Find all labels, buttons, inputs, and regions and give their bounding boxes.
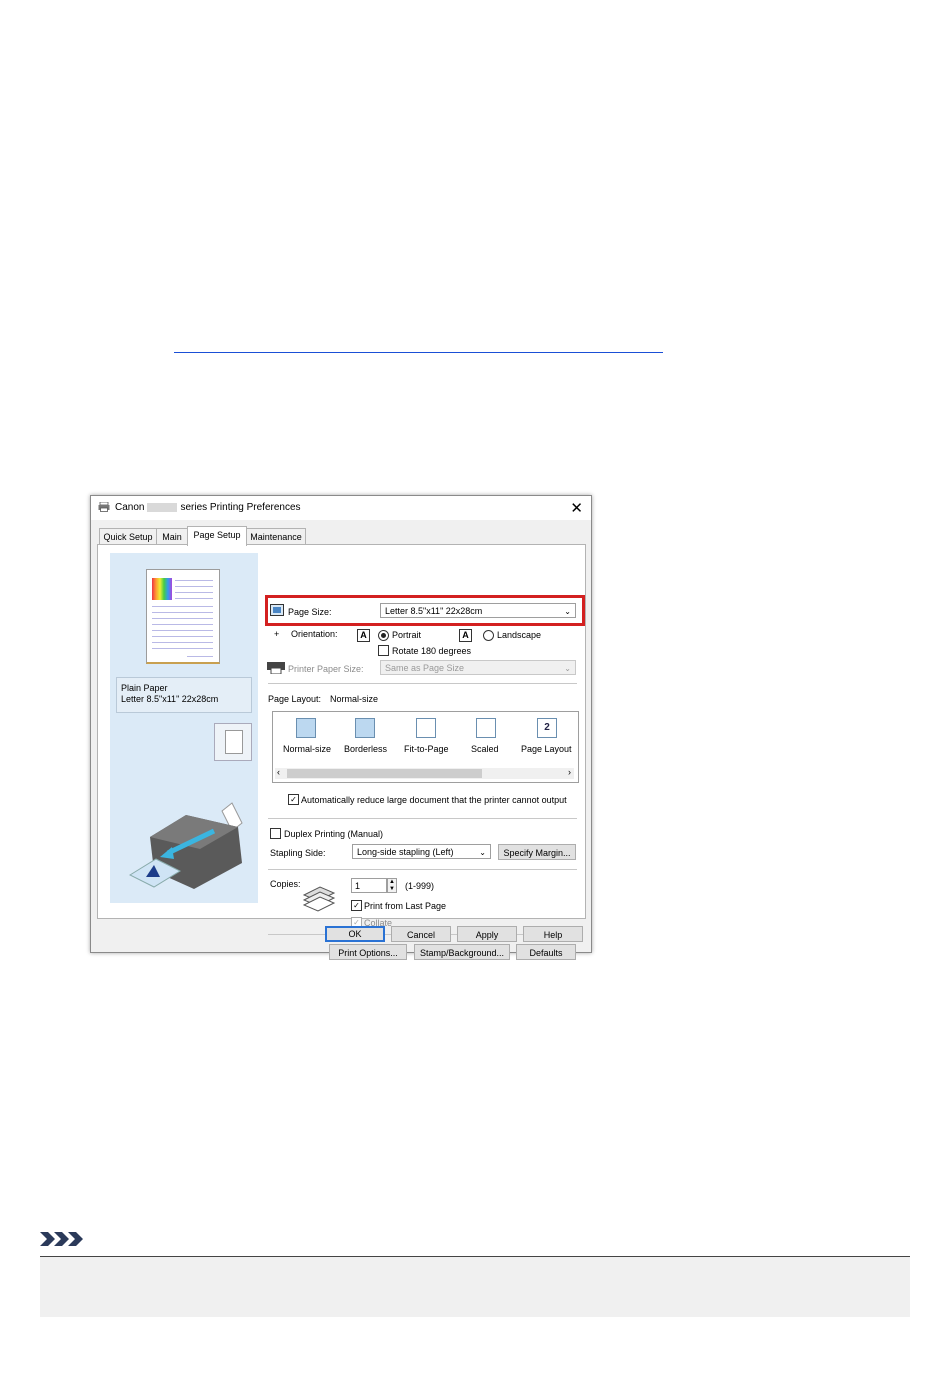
stamp-background-button[interactable]: Stamp/Background... bbox=[414, 944, 510, 960]
printing-preferences-dialog: Canon series Printing Preferences ✕ Quick… bbox=[90, 495, 592, 960]
scaled-icon[interactable] bbox=[476, 718, 496, 738]
duplex-label[interactable]: Duplex Printing (Manual) bbox=[284, 829, 383, 839]
cancel-button[interactable]: Cancel bbox=[391, 926, 451, 942]
print-options-button[interactable]: Print Options... bbox=[329, 944, 407, 960]
printer-illustration-icon bbox=[128, 802, 243, 889]
normal-size-icon[interactable] bbox=[296, 718, 316, 738]
layout-fit-to-page[interactable]: Fit-to-Page bbox=[404, 744, 449, 754]
paper-orientation-icon bbox=[214, 723, 252, 761]
chevron-down-icon: ⌄ bbox=[479, 848, 486, 857]
divider bbox=[268, 869, 577, 870]
help-button[interactable]: Help bbox=[523, 926, 583, 942]
printer-icon bbox=[98, 502, 110, 512]
auto-reduce-label[interactable]: Automatically reduce large document that… bbox=[301, 795, 567, 805]
duplex-checkbox[interactable] bbox=[270, 828, 281, 839]
scroll-left-icon[interactable]: ‹ bbox=[277, 767, 280, 777]
specify-margin-button[interactable]: Specify Margin... bbox=[498, 844, 576, 860]
layout-borderless[interactable]: Borderless bbox=[344, 744, 387, 754]
layout-normal-size[interactable]: Normal-size bbox=[283, 744, 331, 754]
printer-paper-size-select[interactable]: Same as Page Size ⌄ bbox=[380, 660, 576, 675]
print-from-last-label[interactable]: Print from Last Page bbox=[364, 901, 446, 911]
link-underline[interactable] bbox=[174, 352, 663, 353]
page-layout-label: Page Layout: bbox=[268, 694, 322, 704]
note-chevrons-icon bbox=[40, 1232, 83, 1246]
page-layout-icon[interactable]: 2 bbox=[537, 718, 557, 738]
portrait-label[interactable]: Portrait bbox=[392, 630, 421, 640]
page-layout-value: Normal-size bbox=[330, 694, 379, 704]
orientation-bullet: + bbox=[274, 629, 280, 639]
layout-scaled[interactable]: Scaled bbox=[471, 744, 499, 754]
printer-paper-size-value: Same as Page Size bbox=[385, 663, 465, 673]
borderless-icon[interactable] bbox=[355, 718, 375, 738]
fit-to-page-icon[interactable] bbox=[416, 718, 436, 738]
preview-image bbox=[152, 578, 172, 600]
printer-paper-size-label: Printer Paper Size: bbox=[288, 664, 364, 674]
ok-button[interactable]: OK bbox=[325, 926, 385, 942]
auto-reduce-checkbox[interactable]: ✓ bbox=[288, 794, 299, 805]
preview-pane: Plain Paper Letter 8.5"x11" 22x28cm bbox=[110, 553, 258, 903]
print-from-last-checkbox[interactable]: ✓ bbox=[351, 900, 362, 911]
stapling-side-label: Stapling Side: bbox=[270, 848, 326, 858]
copies-spinner-icon[interactable]: ▲ ▼ bbox=[387, 878, 397, 893]
defaults-button[interactable]: Defaults bbox=[516, 944, 576, 960]
close-icon[interactable]: ✕ bbox=[570, 499, 583, 517]
layout-scrollbar[interactable]: ‹ › bbox=[275, 767, 574, 779]
dialog-title: Canon series Printing Preferences bbox=[115, 502, 301, 513]
copies-input[interactable]: 1 bbox=[351, 878, 387, 893]
orientation-label: Orientation: bbox=[291, 629, 338, 639]
media-type: Plain Paper bbox=[121, 683, 168, 693]
stapling-side-select[interactable]: Long-side stapling (Left) ⌄ bbox=[352, 844, 491, 859]
tab-quick-setup[interactable]: Quick Setup bbox=[99, 528, 157, 545]
tab-maintenance[interactable]: Maintenance bbox=[246, 528, 306, 545]
copies-stack-icon bbox=[302, 886, 336, 912]
portrait-radio[interactable] bbox=[378, 630, 389, 641]
divider bbox=[268, 818, 577, 819]
note-box bbox=[40, 1257, 910, 1317]
stapling-side-value: Long-side stapling (Left) bbox=[357, 847, 454, 857]
media-size: Letter 8.5"x11" 22x28cm bbox=[121, 694, 219, 704]
landscape-label[interactable]: Landscape bbox=[497, 630, 541, 640]
chevron-down-icon: ⌄ bbox=[564, 664, 571, 673]
copies-range: (1-999) bbox=[405, 881, 435, 891]
layout-page-layout[interactable]: Page Layout bbox=[521, 744, 572, 754]
portrait-icon: A bbox=[357, 629, 370, 642]
tab-page-setup[interactable]: Page Setup bbox=[187, 526, 247, 546]
copies-label: Copies: bbox=[270, 879, 301, 889]
page-layout-list[interactable]: Normal-size Borderless Fit-to-Page Scale… bbox=[272, 711, 579, 783]
printer-paper-icon bbox=[267, 662, 285, 674]
tab-main[interactable]: Main bbox=[156, 528, 188, 545]
apply-button[interactable]: Apply bbox=[457, 926, 517, 942]
rotate-180-label[interactable]: Rotate 180 degrees bbox=[392, 646, 471, 656]
title-bar[interactable]: Canon series Printing Preferences ✕ bbox=[91, 496, 591, 520]
title-brand: Canon bbox=[115, 502, 145, 513]
document-preview bbox=[146, 569, 220, 664]
page-size-highlight bbox=[265, 595, 585, 626]
page-setup-panel: Plain Paper Letter 8.5"x11" 22x28cm Page… bbox=[97, 544, 586, 960]
divider bbox=[268, 683, 577, 684]
media-info: Plain Paper Letter 8.5"x11" 22x28cm bbox=[116, 677, 252, 713]
scroll-right-icon[interactable]: › bbox=[568, 767, 571, 777]
rotate-180-checkbox[interactable] bbox=[378, 645, 389, 656]
landscape-icon: A bbox=[459, 629, 472, 642]
title-text: series Printing Preferences bbox=[180, 502, 301, 513]
scrollbar-thumb[interactable] bbox=[287, 769, 482, 778]
redacted-model bbox=[147, 502, 178, 512]
landscape-radio[interactable] bbox=[483, 630, 494, 641]
